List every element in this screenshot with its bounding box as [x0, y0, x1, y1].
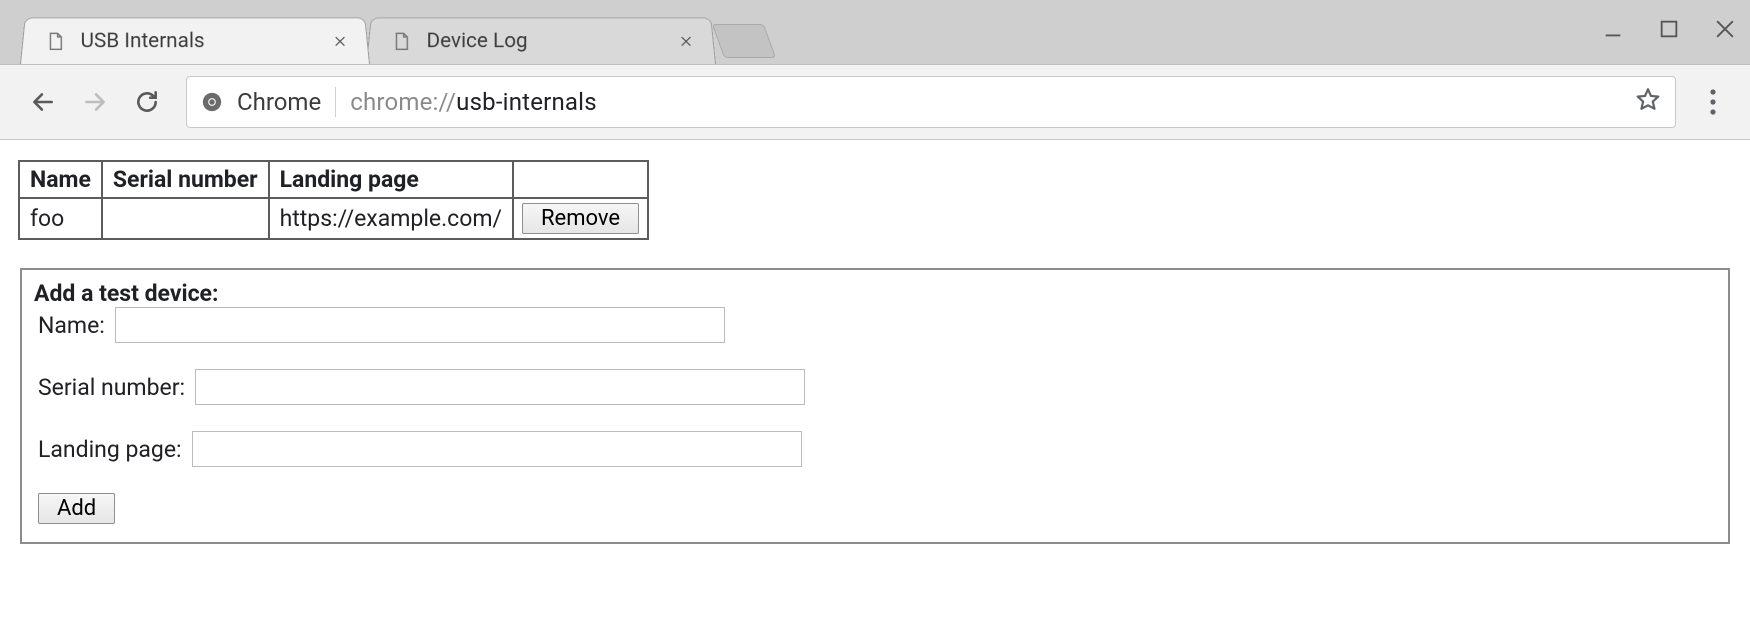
- serial-label: Serial number:: [38, 374, 185, 401]
- landing-input[interactable]: [192, 431, 802, 467]
- col-actions: [513, 161, 648, 198]
- new-tab-button[interactable]: [712, 24, 776, 58]
- fieldset-legend: Add a test device:: [34, 280, 1708, 307]
- cell-landing: https://example.com/: [269, 198, 513, 239]
- cell-name: foo: [19, 198, 102, 239]
- forward-button[interactable]: [72, 79, 118, 125]
- table-row: foo https://example.com/ Remove: [19, 198, 648, 239]
- remove-button[interactable]: Remove: [522, 203, 639, 234]
- add-button[interactable]: Add: [38, 493, 115, 524]
- devices-table: Name Serial number Landing page foo http…: [18, 160, 649, 240]
- table-header-row: Name Serial number Landing page: [19, 161, 648, 198]
- reload-button[interactable]: [124, 79, 170, 125]
- close-icon[interactable]: [677, 32, 695, 49]
- row-serial: Serial number:: [38, 369, 1712, 405]
- form-actions: Add: [38, 493, 1712, 524]
- kebab-menu-icon[interactable]: [1690, 79, 1736, 125]
- col-landing: Landing page: [269, 161, 513, 198]
- serial-input[interactable]: [195, 369, 805, 405]
- window-controls: [1602, 0, 1736, 64]
- col-name: Name: [19, 161, 102, 198]
- landing-label: Landing page:: [38, 436, 182, 463]
- tab-title: USB Internals: [81, 29, 318, 52]
- row-landing: Landing page:: [38, 431, 1712, 467]
- minimize-icon[interactable]: [1602, 18, 1624, 46]
- close-icon[interactable]: [331, 32, 349, 49]
- tab-usb-internals[interactable]: USB Internals: [20, 17, 370, 64]
- toolbar: Chrome chrome://usb-internals: [0, 64, 1750, 140]
- url-text: chrome://usb-internals: [350, 88, 1621, 116]
- divider: [335, 87, 336, 117]
- name-label: Name:: [38, 312, 105, 339]
- row-name: Name:: [38, 307, 1712, 343]
- page-content: Name Serial number Landing page foo http…: [0, 140, 1750, 564]
- chrome-icon: [201, 91, 223, 113]
- bookmark-star-icon[interactable]: [1635, 86, 1661, 118]
- col-serial: Serial number: [102, 161, 269, 198]
- name-input[interactable]: [115, 307, 725, 343]
- page-icon: [45, 30, 67, 51]
- tab-device-log[interactable]: Device Log: [366, 17, 716, 64]
- close-window-icon[interactable]: [1714, 18, 1736, 46]
- origin-chip: Chrome: [237, 88, 321, 116]
- add-device-fieldset: Add a test device: Name: Serial number: …: [20, 268, 1730, 544]
- tab-title: Device Log: [427, 29, 664, 52]
- address-bar[interactable]: Chrome chrome://usb-internals: [186, 76, 1676, 128]
- page-icon: [391, 30, 413, 51]
- maximize-icon[interactable]: [1658, 18, 1680, 46]
- tab-strip: USB Internals Device Log: [0, 0, 1750, 64]
- back-button[interactable]: [20, 79, 66, 125]
- cell-serial: [102, 198, 269, 239]
- cell-actions: Remove: [513, 198, 648, 239]
